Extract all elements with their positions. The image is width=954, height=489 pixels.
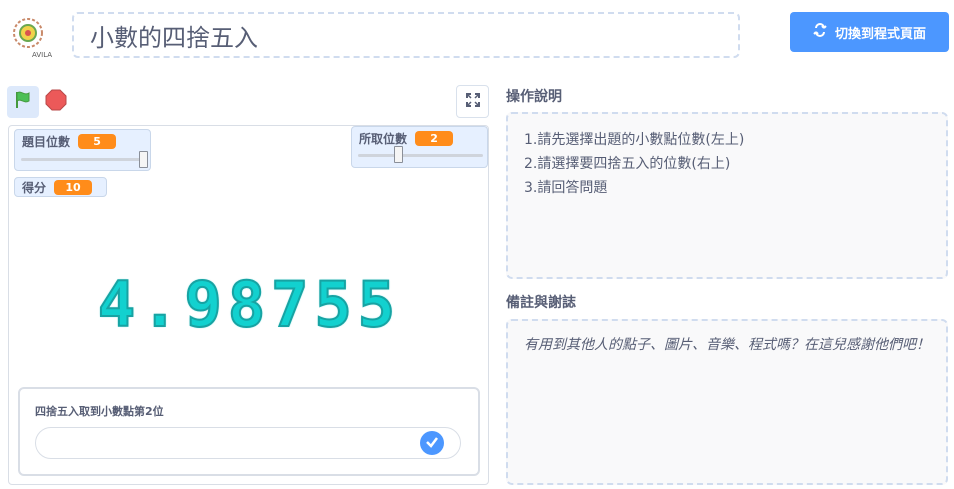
- answer-input[interactable]: [35, 427, 461, 459]
- check-icon: [425, 434, 439, 453]
- monitor-label: 得分: [22, 181, 47, 195]
- instructions-list: 1.請先選擇出題的小數點位數(左上) 2.請選擇要四捨五入的位數(右上) 3.請…: [508, 114, 946, 200]
- monitor-label: 所取位數: [359, 132, 408, 146]
- slider-track: [21, 158, 144, 161]
- monitor-digits-slider: 題目位數 5: [14, 129, 151, 171]
- stage[interactable]: 題目位數 5 所取位數 2 得分 10 4.98755 四捨五入取到小數點第2位: [8, 125, 489, 485]
- credits-box[interactable]: 有用到其他人的點子、圖片、音樂、程式嗎？在這兒感謝他們吧！: [506, 319, 948, 485]
- instruction-item: 1.請先選擇出題的小數點位數(左上): [524, 132, 745, 148]
- fullscreen-icon: [465, 92, 481, 112]
- instruction-item: 3.請回答問題: [524, 180, 608, 196]
- ask-question: 四捨五入取到小數點第2位: [35, 405, 164, 418]
- switch-to-code-button[interactable]: 切換到程式頁面: [790, 12, 949, 52]
- slider-track: [358, 154, 483, 157]
- monitor-label: 題目位數: [22, 135, 71, 149]
- green-flag-button[interactable]: [7, 86, 39, 118]
- svg-text:AVILA: AVILA: [32, 51, 52, 59]
- monitor-value: 5: [78, 134, 117, 149]
- ask-prompt-box: 四捨五入取到小數點第2位: [18, 387, 480, 476]
- stop-sign-icon: [45, 89, 67, 115]
- credits-text: 有用到其他人的點子、圖片、音樂、程式嗎？在這兒感謝他們吧！: [524, 337, 930, 353]
- submit-answer-button[interactable]: [420, 431, 444, 455]
- slider-thumb[interactable]: [139, 151, 148, 168]
- switch-arrows-icon: [813, 23, 827, 41]
- green-flag-icon: [13, 90, 33, 114]
- monitor-value: 10: [54, 180, 93, 195]
- credits-title: 備註與謝誌: [506, 295, 576, 311]
- instruction-item: 2.請選擇要四捨五入的位數(右上): [524, 156, 731, 172]
- project-logo: AVILA: [6, 11, 54, 59]
- project-title: 小數的四捨五入: [90, 23, 258, 52]
- switch-button-label: 切換到程式頁面: [834, 26, 926, 42]
- instructions-box[interactable]: 1.請先選擇出題的小數點位數(左上) 2.請選擇要四捨五入的位數(右上) 3.請…: [506, 112, 948, 279]
- instructions-title: 操作說明: [506, 89, 562, 105]
- slider-thumb[interactable]: [394, 146, 403, 163]
- project-title-input[interactable]: 小數的四捨五入: [72, 12, 740, 58]
- displayed-decimal-number: 4.98755: [97, 268, 402, 341]
- monitor-score: 得分 10: [14, 177, 107, 197]
- fullscreen-button[interactable]: [456, 85, 489, 118]
- stop-button[interactable]: [44, 89, 68, 115]
- monitor-round-position-slider: 所取位數 2: [351, 126, 488, 168]
- monitor-value: 2: [415, 131, 454, 146]
